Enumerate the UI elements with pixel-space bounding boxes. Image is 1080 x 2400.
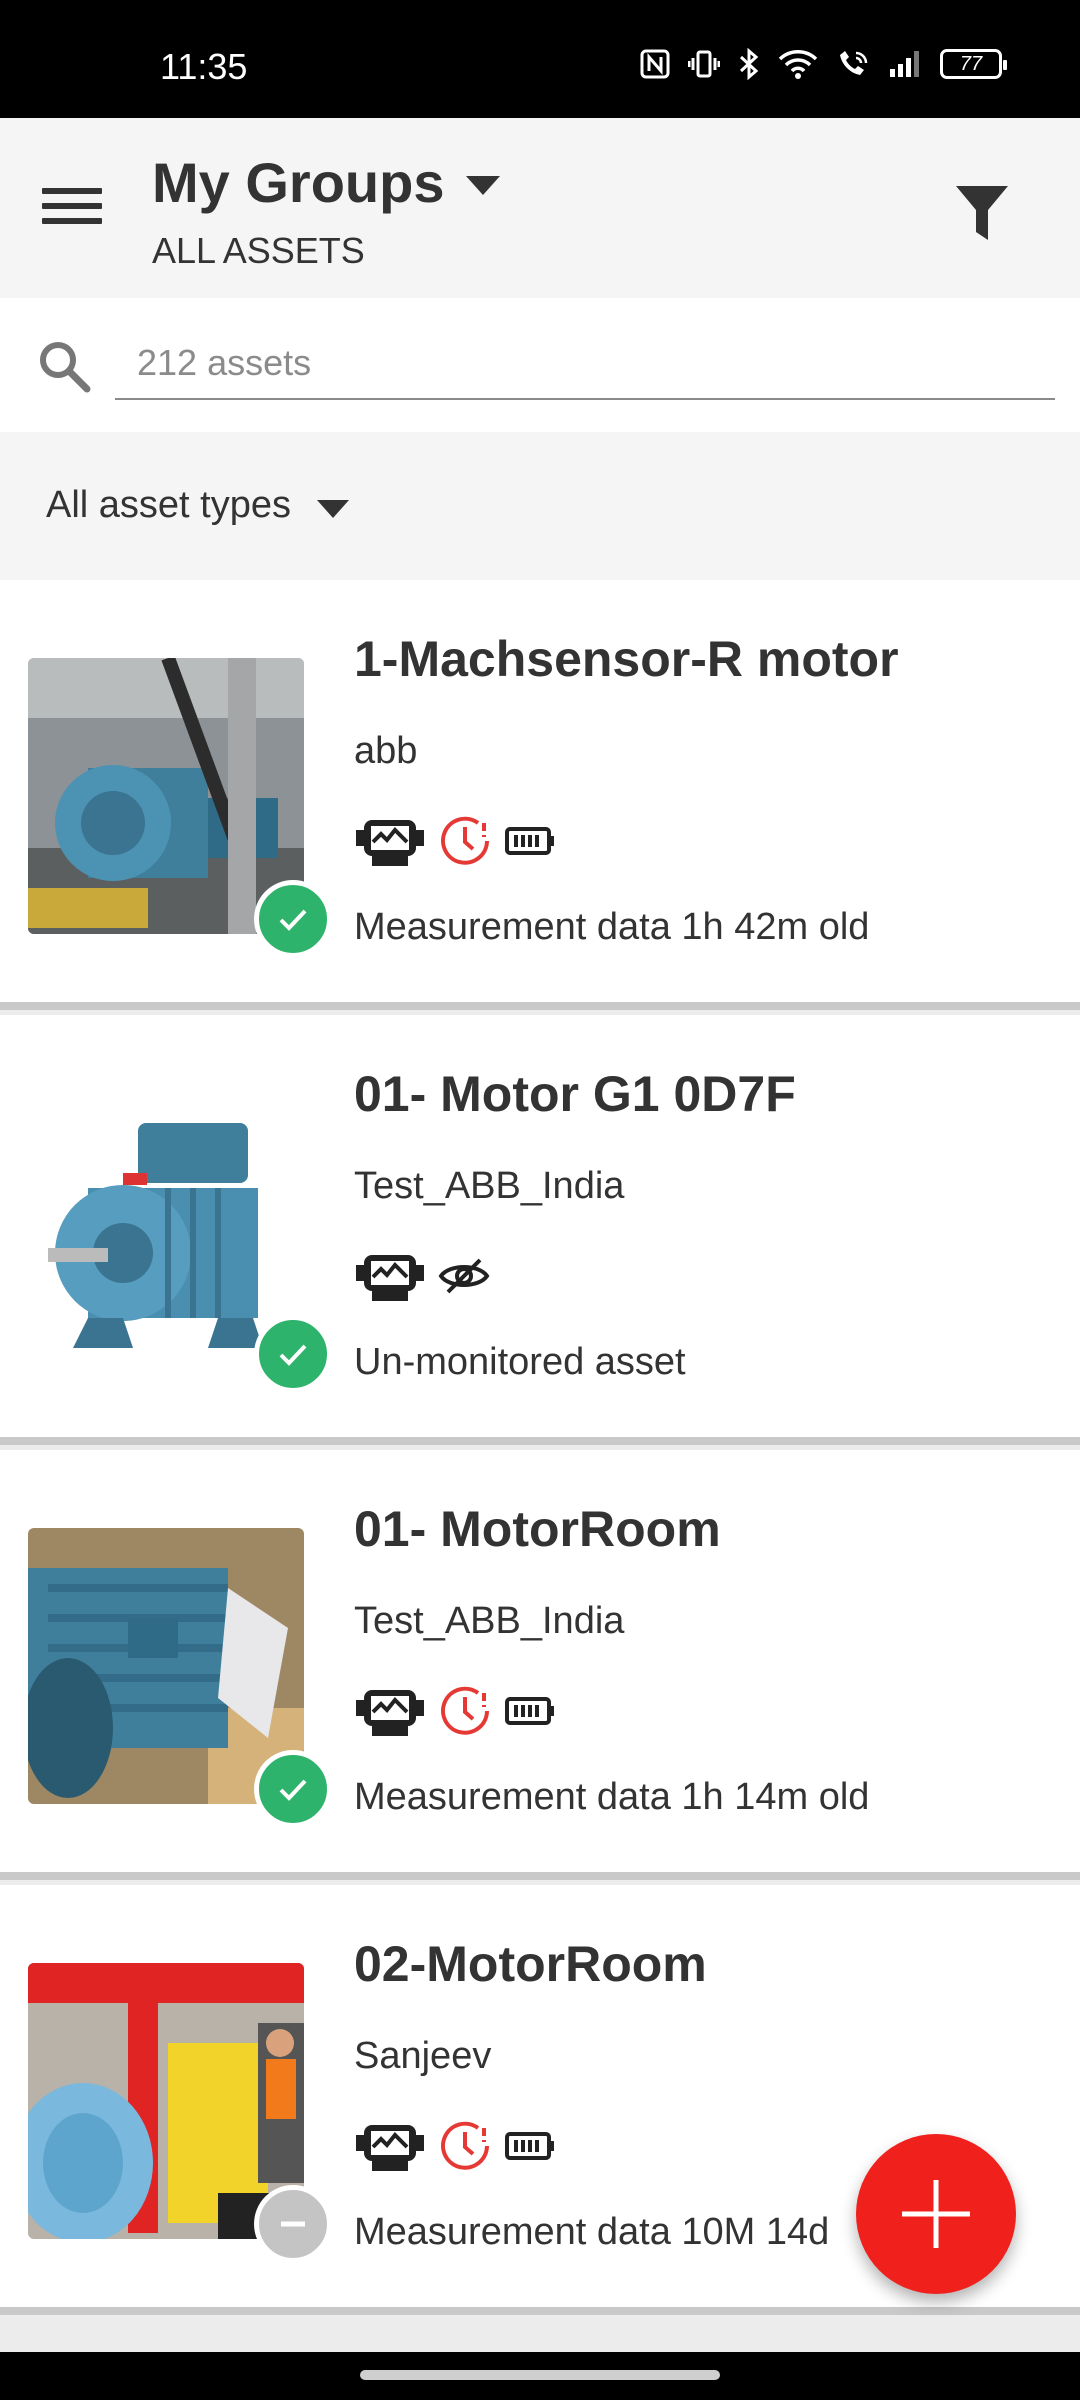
app-bar: My Groups ALL ASSETS (0, 118, 1080, 298)
asset-status: Measurement data 1h 14m old (354, 1776, 870, 1818)
menu-button[interactable] (42, 188, 102, 232)
bluetooth-icon (739, 48, 759, 80)
plus-icon (902, 2180, 970, 2248)
status-ok-badge (254, 1315, 332, 1393)
group-selector[interactable]: My Groups (152, 150, 501, 215)
menu-icon-line (42, 203, 102, 209)
page-title: My Groups (152, 151, 445, 214)
asset-name: 01- MotorRoom (354, 1501, 721, 1557)
asset-status: Measurement data 1h 42m old (354, 906, 870, 948)
search-bar (0, 298, 1080, 432)
battery-icon (505, 827, 554, 855)
asset-icons (354, 2117, 556, 2175)
signal-icon (890, 51, 919, 77)
status-ok-badge (254, 880, 332, 958)
nfc-icon (640, 49, 670, 79)
chevron-down-icon (317, 499, 349, 518)
status-ok-badge (254, 1750, 332, 1828)
status-icons: 77 (640, 48, 1007, 80)
asset-type-dropdown[interactable]: All asset types (46, 484, 349, 527)
asset-name: 1-Machsensor-R motor (354, 631, 899, 687)
asset-card[interactable]: 01- MotorRoom Test_ABB_India Measurement… (0, 1450, 1080, 1880)
asset-owner: abb (354, 730, 418, 772)
asset-card[interactable]: 1-Machsensor-R motor abb Measurement dat… (0, 580, 1080, 1010)
wifi-icon (778, 50, 818, 79)
asset-status: Measurement data 10M 14d (354, 2211, 830, 2253)
asset-type-label: All asset types (46, 484, 291, 526)
eye-off-icon (438, 1258, 490, 1294)
battery-icon (505, 1697, 554, 1725)
battery-indicator: 77 (940, 49, 1007, 79)
status-time: 11:35 (160, 46, 248, 87)
asset-type-bar: All asset types (0, 432, 1080, 580)
asset-name: 01- Motor G1 0D7F (354, 1066, 796, 1122)
asset-icons (354, 1682, 556, 1740)
add-asset-button[interactable] (856, 2134, 1016, 2294)
asset-icons (354, 1247, 490, 1305)
page-subtitle: ALL ASSETS (152, 230, 365, 271)
menu-icon-line (42, 218, 102, 224)
monitor-icon (356, 1255, 424, 1301)
asset-owner: Test_ABB_India (354, 1165, 625, 1207)
chevron-down-icon (466, 176, 501, 195)
asset-card[interactable]: 01- Motor G1 0D7F Test_ABB_India Un-moni… (0, 1015, 1080, 1445)
status-bar: 11:35 77 (0, 0, 1080, 118)
monitor-icon (356, 2125, 424, 2171)
navigation-bar (0, 2352, 1080, 2400)
clock-alert-icon (441, 1686, 489, 1735)
monitor-icon (356, 820, 424, 866)
menu-icon-line (42, 188, 102, 194)
clock-alert-icon (441, 2121, 489, 2170)
clock-alert-icon (441, 816, 489, 865)
monitor-icon (356, 1690, 424, 1736)
battery-icon (505, 2132, 554, 2160)
wifi-call-icon (840, 51, 868, 75)
asset-owner: Sanjeev (354, 2035, 492, 2077)
home-gesture-handle[interactable] (360, 2370, 720, 2380)
status-inactive-badge (254, 2185, 332, 2263)
filter-icon[interactable] (954, 182, 1010, 244)
asset-icons (354, 812, 556, 870)
search-icon (40, 342, 91, 393)
search-input[interactable] (115, 328, 1055, 400)
asset-name: 02-MotorRoom (354, 1936, 707, 1992)
vibrate-icon (688, 50, 720, 78)
asset-status: Un-monitored asset (354, 1341, 686, 1383)
asset-owner: Test_ABB_India (354, 1600, 625, 1642)
